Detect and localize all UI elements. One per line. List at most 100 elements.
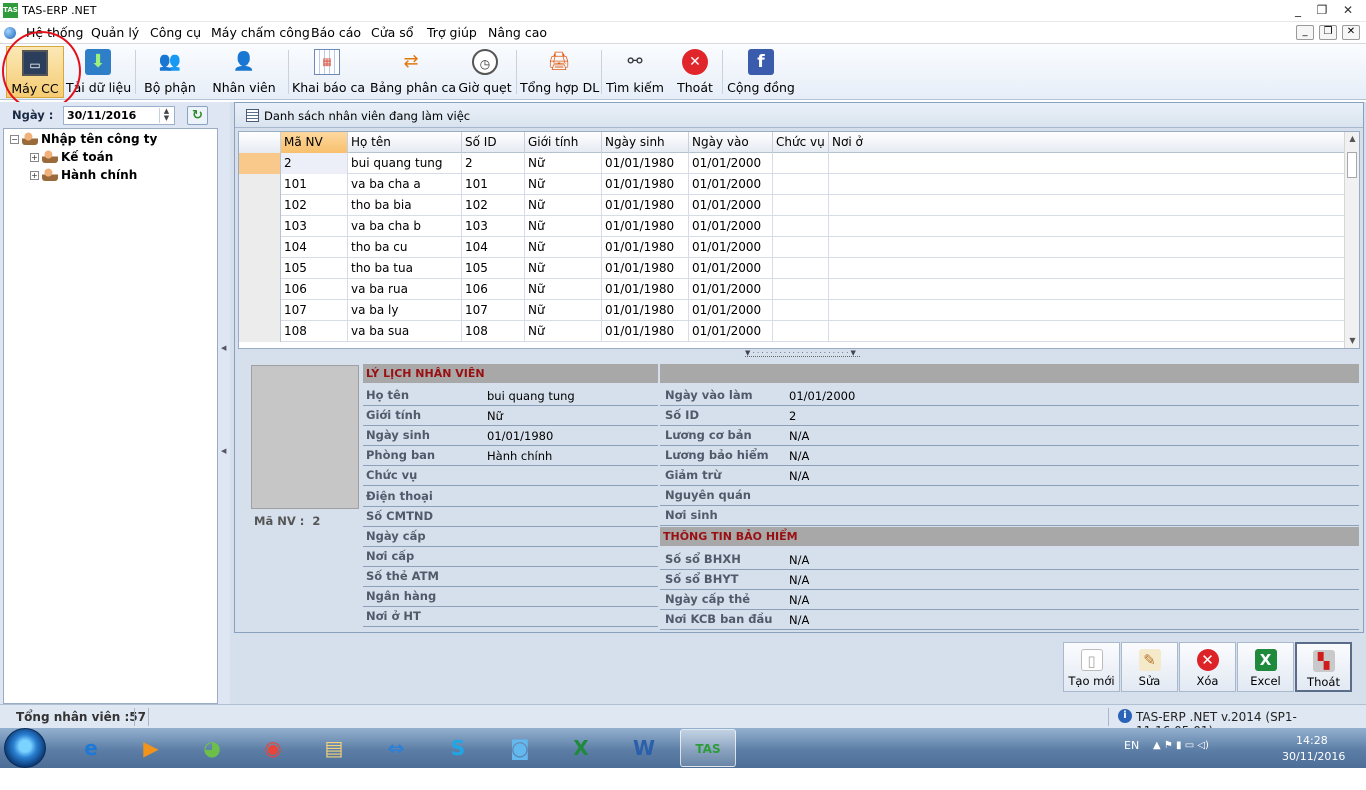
- tray-icons[interactable]: ▲ ⚑ ▮ ▭ ◁): [1153, 740, 1209, 780]
- table-row-partial[interactable]: [239, 342, 1345, 348]
- thoat-button[interactable]: ▚ Thoát: [1295, 642, 1352, 692]
- menu-cua-so[interactable]: Cửa sổ: [371, 25, 413, 40]
- row-header[interactable]: [239, 153, 281, 174]
- table-cell[interactable]: 01/01/1980: [602, 153, 689, 174]
- table-cell[interactable]: va ba cha b: [348, 216, 462, 237]
- row-header[interactable]: [239, 300, 281, 321]
- restore-button[interactable]: ❐: [1311, 2, 1333, 19]
- table-cell[interactable]: Nữ: [525, 237, 602, 258]
- table-cell[interactable]: [773, 153, 829, 174]
- table-row[interactable]: 104 tho ba cu 104 Nữ 01/01/1980 01/01/2000: [239, 237, 1345, 258]
- tree-node-hanh-chinh[interactable]: + Hành chính: [30, 168, 137, 182]
- table-row[interactable]: 108 va ba sua 108 Nữ 01/01/1980 01/01/2000: [239, 321, 1345, 342]
- row-header[interactable]: [239, 174, 281, 195]
- table-cell[interactable]: [829, 300, 1345, 321]
- table-cell[interactable]: 01/01/1980: [602, 321, 689, 342]
- table-cell[interactable]: 2: [462, 153, 525, 174]
- table-cell[interactable]: 01/01/1980: [602, 195, 689, 216]
- row-header[interactable]: [239, 195, 281, 216]
- grid-scrollbar[interactable]: ▲ ▼: [1344, 132, 1359, 348]
- table-cell[interactable]: 108: [462, 321, 525, 342]
- table-cell[interactable]: [773, 258, 829, 279]
- table-cell[interactable]: [773, 174, 829, 195]
- col-header-so-id[interactable]: Số ID: [462, 132, 525, 153]
- excel-button[interactable]: X Excel: [1237, 642, 1294, 692]
- menu-cong-cu[interactable]: Công cụ: [150, 25, 201, 40]
- media-player-icon[interactable]: ▶: [123, 729, 179, 767]
- gio-quet-button[interactable]: ◷ Giờ quẹt: [458, 46, 512, 98]
- table-cell[interactable]: [773, 237, 829, 258]
- table-cell[interactable]: 01/01/2000: [689, 300, 773, 321]
- table-cell[interactable]: va ba rua: [348, 279, 462, 300]
- skype-icon[interactable]: S: [430, 729, 486, 767]
- tim-kiem-button[interactable]: ⚯ Tìm kiếm: [605, 46, 665, 98]
- table-cell[interactable]: va ba cha a: [348, 174, 462, 195]
- table-cell[interactable]: bui quang tung: [348, 153, 462, 174]
- table-cell[interactable]: 106: [281, 279, 348, 300]
- table-cell[interactable]: Nữ: [525, 321, 602, 342]
- excel-taskbar-icon[interactable]: X: [553, 729, 609, 767]
- row-header[interactable]: [239, 216, 281, 237]
- mdi-minimize-button[interactable]: _: [1296, 25, 1314, 40]
- nhan-vien-button[interactable]: 👤 Nhân viên: [206, 46, 282, 98]
- menu-nang-cao[interactable]: Nâng cao: [488, 25, 547, 40]
- table-cell[interactable]: [773, 195, 829, 216]
- table-cell[interactable]: [829, 258, 1345, 279]
- table-cell[interactable]: 106: [462, 279, 525, 300]
- table-cell[interactable]: 01/01/2000: [689, 237, 773, 258]
- menu-bao-cao[interactable]: Báo cáo: [311, 25, 361, 40]
- table-cell[interactable]: [829, 174, 1345, 195]
- table-cell[interactable]: 01/01/1980: [602, 279, 689, 300]
- cong-dong-button[interactable]: f Cộng đồng: [726, 46, 796, 98]
- table-cell[interactable]: [829, 321, 1345, 342]
- table-cell[interactable]: 01/01/2000: [689, 258, 773, 279]
- tong-hop-dl-button[interactable]: 🖨 Tổng hợp DL: [520, 46, 599, 98]
- date-input[interactable]: 30/11/2016 ▲ ▼: [63, 106, 175, 125]
- table-cell[interactable]: [829, 216, 1345, 237]
- col-header-gioi-tinh[interactable]: Giới tính: [525, 132, 602, 153]
- table-cell[interactable]: [829, 195, 1345, 216]
- menu-may-cham-cong[interactable]: Máy chấm công: [211, 25, 310, 40]
- table-cell[interactable]: Nữ: [525, 216, 602, 237]
- table-cell[interactable]: 104: [462, 237, 525, 258]
- table-cell[interactable]: 102: [281, 195, 348, 216]
- table-row[interactable]: 103 va ba cha b 103 Nữ 01/01/1980 01/01/2000: [239, 216, 1345, 237]
- grid-detail-splitter[interactable]: ▼ · · · · · · · · · · · · · · · · · · · …: [745, 349, 860, 357]
- start-button[interactable]: [4, 728, 46, 768]
- table-cell[interactable]: [829, 153, 1345, 174]
- thoat-toolbar-button[interactable]: ✕ Thoát: [672, 46, 718, 98]
- tao-moi-button[interactable]: ▯ Tạo mới: [1063, 642, 1120, 692]
- chrome-icon[interactable]: ◉: [245, 729, 301, 767]
- table-cell[interactable]: 01/01/1980: [602, 300, 689, 321]
- table-row[interactable]: 102 tho ba bia 102 Nữ 01/01/1980 01/01/2000: [239, 195, 1345, 216]
- table-cell[interactable]: 107: [281, 300, 348, 321]
- table-cell[interactable]: va ba ly: [348, 300, 462, 321]
- pane-splitter[interactable]: ◀ ◀: [218, 102, 230, 704]
- col-header-chuc-vu[interactable]: Chức vụ: [773, 132, 829, 153]
- table-cell[interactable]: Nữ: [525, 279, 602, 300]
- table-cell[interactable]: 107: [462, 300, 525, 321]
- close-button[interactable]: ✕: [1337, 2, 1359, 19]
- table-cell[interactable]: 108: [281, 321, 348, 342]
- collapse-icon[interactable]: −: [10, 135, 19, 144]
- table-cell[interactable]: 01/01/2000: [689, 321, 773, 342]
- table-cell[interactable]: 01/01/2000: [689, 216, 773, 237]
- date-spin-icon[interactable]: ▲ ▼: [159, 108, 173, 123]
- word-taskbar-icon[interactable]: W: [616, 729, 672, 767]
- table-cell[interactable]: 01/01/2000: [689, 279, 773, 300]
- table-cell[interactable]: 101: [462, 174, 525, 195]
- table-cell[interactable]: [773, 321, 829, 342]
- col-header-noi-o[interactable]: Nơi ở: [829, 132, 1345, 153]
- scroll-up-icon[interactable]: ▲: [1345, 134, 1359, 143]
- remote-desktop-icon[interactable]: ◙: [492, 729, 548, 767]
- table-cell[interactable]: 01/01/2000: [689, 195, 773, 216]
- table-cell[interactable]: [829, 279, 1345, 300]
- header-corner[interactable]: [239, 132, 281, 153]
- table-cell[interactable]: 01/01/2000: [689, 174, 773, 195]
- menu-quan-ly[interactable]: Quản lý: [91, 25, 139, 40]
- col-header-ma-nv[interactable]: Mã NV: [281, 132, 348, 153]
- col-header-ngay-vao[interactable]: Ngày vào: [689, 132, 773, 153]
- table-cell[interactable]: 101: [281, 174, 348, 195]
- table-row[interactable]: 101 va ba cha a 101 Nữ 01/01/1980 01/01/2000: [239, 174, 1345, 195]
- refresh-button[interactable]: ↻: [187, 106, 208, 125]
